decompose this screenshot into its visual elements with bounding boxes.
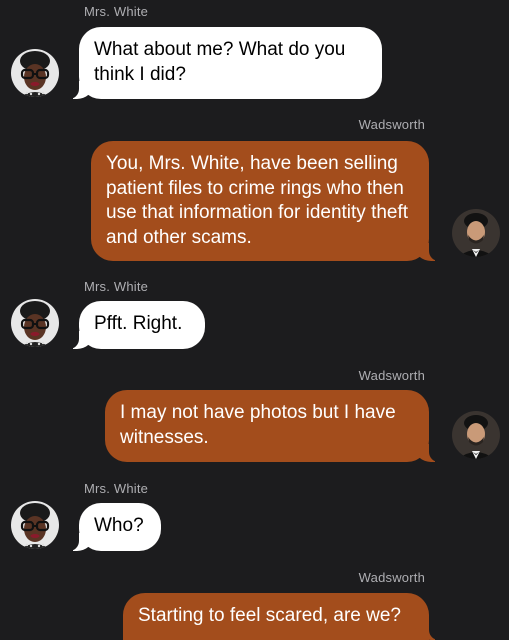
mrs-white-avatar-icon[interactable] (11, 299, 59, 347)
sender-name: Wadsworth (358, 117, 425, 132)
message-text: Pfft. Right. (94, 313, 183, 334)
message-bubble-incoming[interactable]: Pfft. Right. (69, 301, 205, 349)
sender-name: Wadsworth (358, 570, 425, 585)
message-bubble-outgoing[interactable]: Starting to feel scared, are we? (123, 593, 439, 640)
message-thread: Mrs. White What about me? What do you th… (0, 0, 509, 640)
message-bubble-incoming[interactable]: Who? (69, 503, 161, 551)
mrs-white-avatar-icon[interactable] (11, 501, 59, 549)
wadsworth-avatar-icon[interactable] (452, 209, 500, 257)
mrs-white-avatar-icon[interactable] (11, 49, 59, 97)
wadsworth-avatar-icon[interactable] (452, 411, 500, 459)
sender-name: Mrs. White (84, 4, 149, 19)
sender-name: Mrs. White (84, 481, 149, 496)
message-text: What about me? What do you think I did? (94, 39, 346, 85)
message-bubble-outgoing[interactable]: I may not have photos but I have witness… (105, 390, 439, 462)
sender-name: Mrs. White (84, 279, 149, 294)
message-text: Who? (94, 515, 144, 536)
message-bubble-outgoing[interactable]: You, Mrs. White, have been selling patie… (91, 141, 439, 261)
message-bubble-incoming[interactable]: What about me? What do you think I did? (69, 27, 382, 99)
message-text: You, Mrs. White, have been selling patie… (106, 153, 409, 248)
message-text: I may not have photos but I have witness… (120, 402, 396, 448)
sender-name: Wadsworth (358, 368, 425, 383)
message-text: Starting to feel scared, are we? (138, 605, 401, 626)
